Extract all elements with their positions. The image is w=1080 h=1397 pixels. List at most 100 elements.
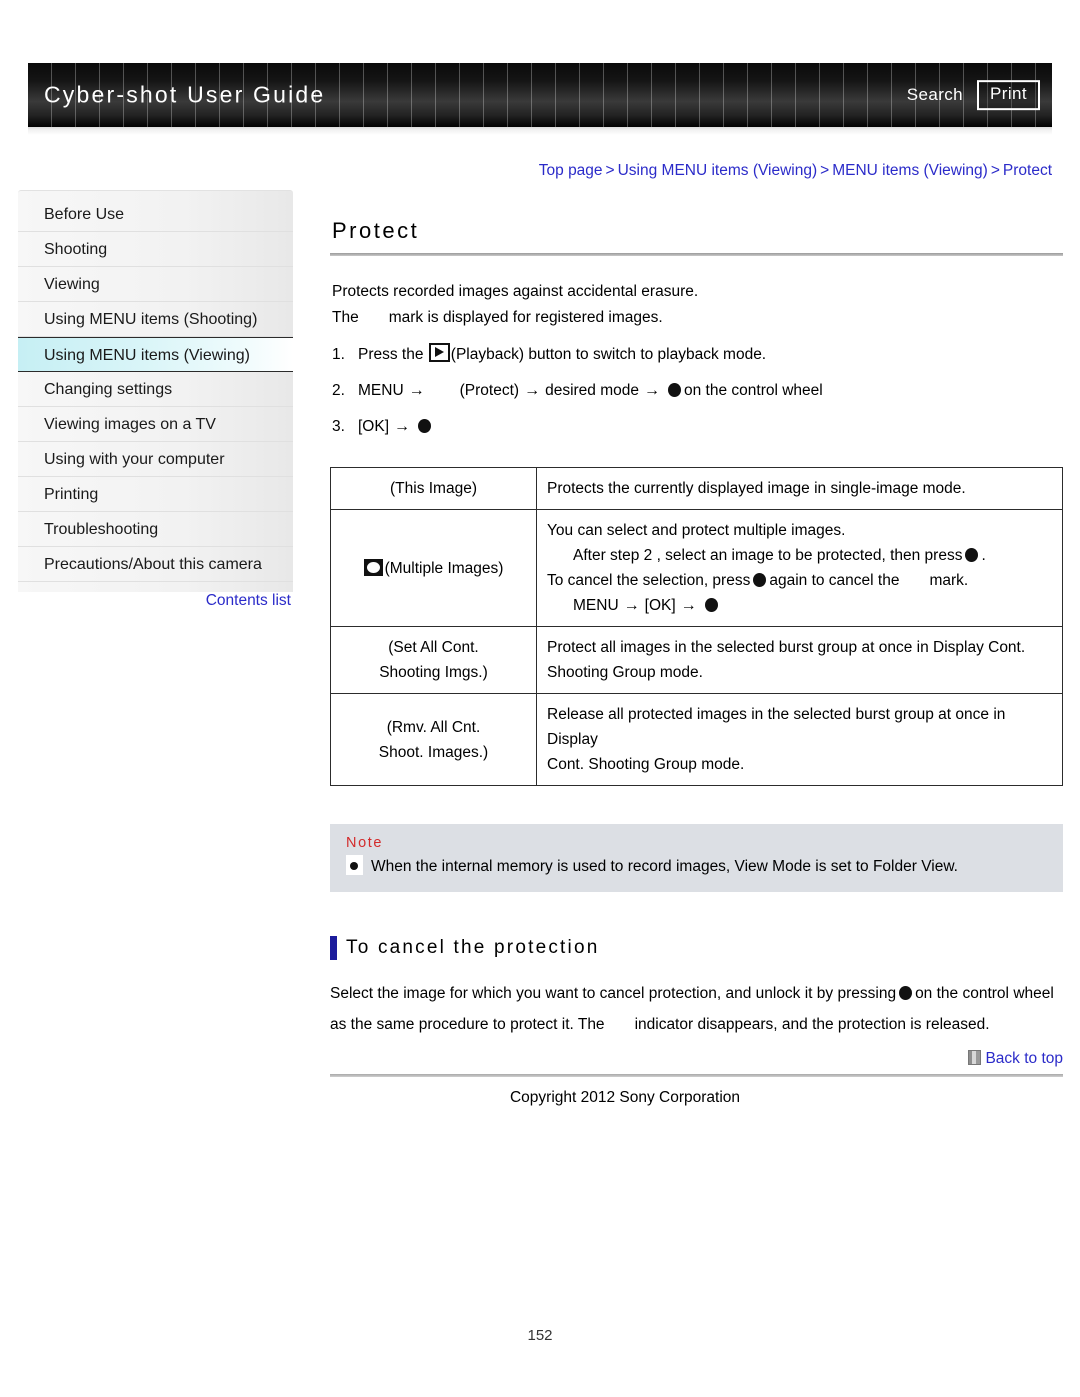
header-bar: Cyber-shot User Guide Search Print [28,63,1052,127]
control-wheel-center-button-icon [965,548,979,562]
site-header: Cyber-shot User Guide Search Print [28,63,1052,135]
sidebar-item-changing-settings[interactable]: Changing settings [18,372,293,407]
breadcrumb-separator: > [820,162,830,179]
mode-description-line: MENU → [OK] → [547,593,1052,618]
arrow-right-icon: → [644,382,660,399]
sidebar-item-precautions-about-this-camera[interactable]: Precautions/About this camera [18,547,293,582]
control-wheel-center-button-icon [704,598,718,612]
step-2-tail: on the control wheel [684,382,823,399]
breadcrumb-separator: > [605,162,615,179]
intro-line-1: Protects recorded images against acciden… [332,283,699,300]
note-title: Note [346,835,384,851]
table-cell-mode-label: (Set All Cont. Shooting Imgs.) [330,626,537,694]
subsection-heading: To cancel the protection [330,936,1063,960]
control-wheel-center-button-icon [753,573,767,587]
protect-modes-table: (This Image) Protects the currently disp… [330,467,1063,786]
mode-description-line: You can select and protect multiple imag… [547,522,846,539]
step-2-number: 2. [332,382,345,399]
table-cell-mode-label: (Multiple Images) [330,509,537,627]
desc-pre: To cancel the selection, press [547,572,751,589]
sidebar-item-viewing-images-on-a-tv[interactable]: Viewing images on a TV [18,407,293,442]
sidebar-item-shooting[interactable]: Shooting [18,232,293,267]
sidebar-item-using-with-your-computer[interactable]: Using with your computer [18,442,293,477]
desc-post: . [981,547,986,564]
step-2-desired-mode: desired mode [545,382,639,399]
mode-label-line: (Rmv. All Cnt. [386,718,481,736]
search-link[interactable]: Search [907,85,963,105]
playback-icon [428,343,450,362]
subsection-line-1-pre: Select the image for which you want to c… [330,985,897,1002]
mode-label-line: (Multiple Images) [384,559,504,577]
mode-description-line: Shooting Group mode. [547,664,703,681]
step-2: 2. MENU → (Protect) → desired mode → on the con… [330,379,1063,403]
subsection-accent-bar [330,936,337,960]
desc-mid: again to cancel the [769,572,900,589]
mode-description-line: Cont. Shooting Group mode. [547,756,745,773]
control-wheel-center-button-icon [668,383,681,397]
step-3: 3. [OK] → [330,415,1063,439]
breadcrumb-item-top-page[interactable]: Top page [539,162,603,179]
header-actions: Search Print [907,80,1040,110]
note-item-text: When the internal memory is used to reco… [371,858,958,875]
desc-pre: After step 2 , select an image to be pro… [573,547,963,564]
mode-description-line: Release all protected images in the sele… [547,706,1006,748]
table-cell-mode-description: Protect all images in the selected burst… [536,626,1063,694]
step-3-number: 3. [332,418,345,435]
table-cell-mode-description: Release all protected images in the sele… [536,693,1063,786]
note-item: When the internal memory is used to reco… [346,855,1047,878]
subsection-title: To cancel the protection [346,937,600,958]
contents-list-link[interactable]: Contents list [18,592,293,610]
table-cell-mode-label: (Rmv. All Cnt. Shoot. Images.) [330,693,537,786]
footer-divider [330,1074,1063,1077]
mode-label-line: (This Image) [390,480,477,497]
print-button[interactable]: Print [977,80,1040,110]
arrow-right-icon: → [408,382,425,399]
table-cell-mode-description: You can select and protect multiple imag… [536,509,1063,627]
breadcrumb-item-using-menu-items-viewing[interactable]: Using MENU items (Viewing) [618,162,818,179]
breadcrumb: Top page > Using MENU items (Viewing) > MENU… [539,162,1052,180]
mode-description-line: Protects the currently displayed image i… [547,480,966,497]
step-1-post: (Playback) button to switch to playback … [450,346,767,363]
sidebar-item-viewing[interactable]: Viewing [18,267,293,302]
arrow-right-icon: → [623,597,640,614]
desc-ok: [OK] [644,597,676,614]
multiple-images-icon [363,558,383,576]
note-box: Note When the internal memory is used to… [330,824,1063,892]
step-1-number: 1. [332,346,345,363]
sidebar-item-printing[interactable]: Printing [18,477,293,512]
table-row: (Multiple Images) You can select and pro… [330,509,1063,627]
mode-label-line: Shooting Imgs.) [379,664,488,681]
step-1: 1. Press the (Playback) button to switch … [330,343,1063,367]
mode-label-line: Shoot. Images.) [378,743,489,761]
desc-post: mark. [929,572,969,589]
sidebar-item-troubleshooting[interactable]: Troubleshooting [18,512,293,547]
arrow-right-icon: → [394,418,411,435]
subsection-body: Select the image for which you want to c… [330,978,1063,1040]
control-wheel-center-button-icon [418,419,432,433]
page-title: Protect [332,218,420,243]
arrow-right-icon: → [680,597,697,614]
step-2-menu: MENU [358,382,404,399]
intro-line-2-post: mark is displayed for registered images. [388,309,663,326]
bullet-icon [346,855,363,875]
table-row: (This Image) Protects the currently disp… [330,467,1063,510]
breadcrumb-item-protect[interactable]: Protect [1003,162,1052,179]
sidebar-item-using-menu-items-viewing[interactable]: Using MENU items (Viewing) [18,337,293,372]
back-to-top-link[interactable]: Back to top [985,1050,1063,1067]
table-row: (Set All Cont. Shooting Imgs.) Protect a… [330,626,1063,694]
main-content: Protect Protects recorded images against… [330,218,1063,1107]
breadcrumb-separator: > [990,162,1000,179]
arrow-right-icon: → [524,382,541,399]
site-title: Cyber-shot User Guide [44,81,326,108]
copyright-text: Copyright 2012 Sony Corporation [509,1089,741,1106]
mode-label-line: (Set All Cont. [388,639,479,656]
back-to-top-row: Back to top [330,1050,1063,1068]
mode-description-line: Protect all images in the selected burst… [547,639,1026,656]
sidebar-item-before-use[interactable]: Before Use [18,197,293,232]
breadcrumb-item-menu-items-viewing[interactable]: MENU items (Viewing) [832,162,988,179]
sidebar-item-using-menu-items-shooting[interactable]: Using MENU items (Shooting) [18,302,293,337]
sidebar-navigation: Before Use Shooting Viewing Using MENU i… [18,190,293,592]
table-cell-mode-description: Protects the currently displayed image i… [536,467,1063,510]
mode-description-line: To cancel the selection, press again to c… [547,568,1052,593]
intro-line-2-pre: The [332,309,359,326]
